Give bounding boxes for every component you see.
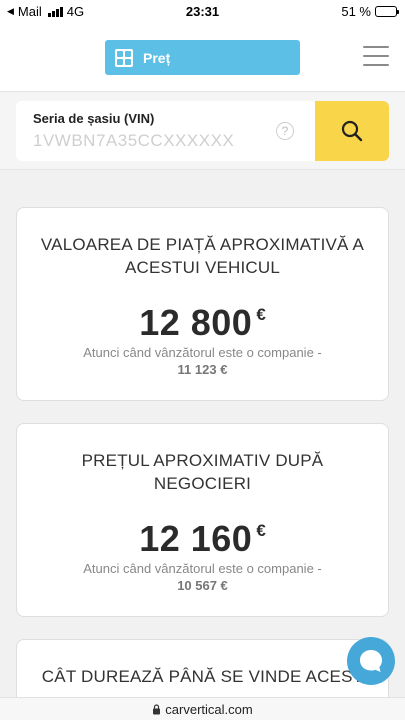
vin-search-bar: Seria de șasiu (VIN) ?	[0, 93, 405, 170]
company-seller-price: 11 123 €	[177, 362, 228, 377]
negotiated-price-card: PREȚUL APROXIMATIV DUPĂ NEGOCIERI 12 160…	[16, 423, 389, 617]
chat-button[interactable]	[347, 637, 395, 685]
search-button[interactable]	[315, 101, 389, 161]
market-value-title: VALOAREA DE PIAȚĂ APROXIMATIVĂ A ACESTUI…	[40, 235, 365, 277]
company-seller-price: 10 567 €	[177, 578, 228, 593]
company-seller-text: Atunci când vânzătorul este o companie -	[83, 345, 322, 360]
battery-percent: 51 %	[341, 4, 371, 19]
chat-bubble-icon	[360, 650, 382, 672]
negotiated-price-title: PREȚUL APROXIMATIV DUPĂ NEGOCIERI	[81, 451, 324, 493]
calculator-icon	[115, 48, 133, 67]
price-button-label: Preț	[143, 49, 171, 66]
battery-icon	[375, 6, 399, 17]
status-right: 51 %	[341, 4, 399, 19]
market-value-amount: 12 800	[139, 302, 253, 343]
lock-icon	[153, 703, 161, 714]
negotiated-price: 12 160 €	[17, 518, 388, 560]
company-seller-note: Atunci când vânzătorul este o companie -…	[17, 560, 388, 594]
browser-url-bar[interactable]: carvertical.com	[0, 697, 405, 720]
price-button[interactable]: Preț	[105, 40, 300, 75]
vin-label: Seria de șasiu (VIN)	[33, 111, 155, 126]
currency-symbol: €	[256, 521, 266, 540]
company-seller-note: Atunci când vânzătorul este o companie -…	[17, 344, 388, 378]
status-bar: ◀ Mail 4G 23:31 51 %	[0, 0, 405, 22]
market-value-card: VALOAREA DE PIAȚĂ APROXIMATIVĂ A ACESTUI…	[16, 207, 389, 401]
url-text: carvertical.com	[165, 701, 253, 717]
market-value-price: 12 800 €	[17, 302, 388, 344]
currency-symbol: €	[256, 305, 266, 324]
time-to-sell-title: CÂT DUREAZĂ PÂNĂ SE VINDE ACEST	[41, 667, 364, 686]
app-header: Preț	[0, 22, 405, 92]
hamburger-menu-icon[interactable]	[363, 46, 389, 66]
company-seller-text: Atunci când vânzătorul este o companie -	[83, 561, 322, 576]
vin-input[interactable]	[33, 131, 273, 151]
negotiated-price-amount: 12 160	[139, 518, 253, 559]
vin-field-container: Seria de șasiu (VIN) ?	[16, 101, 316, 161]
help-icon[interactable]: ?	[276, 122, 294, 140]
search-icon	[341, 120, 363, 142]
